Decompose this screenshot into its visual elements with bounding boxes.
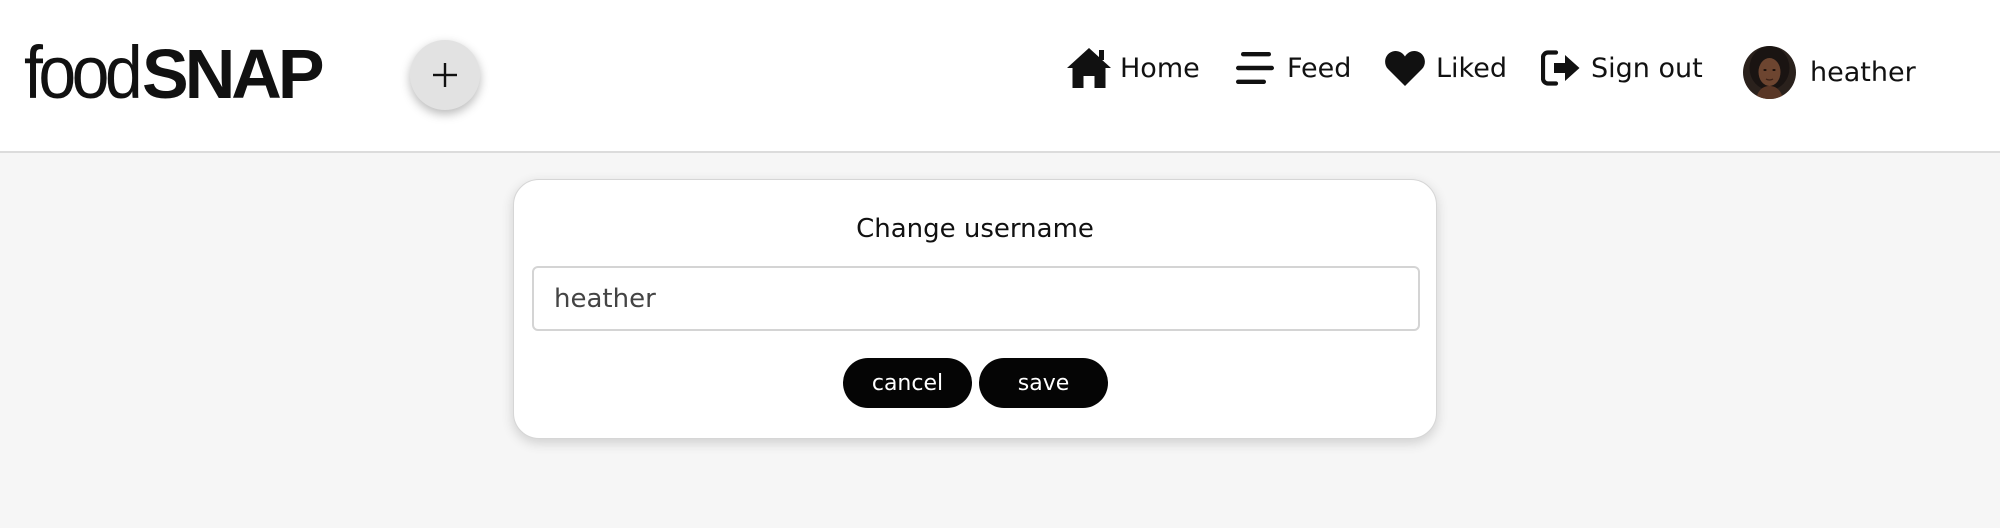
profile-menu[interactable]: heather <box>1743 45 1916 99</box>
avatar[interactable] <box>1743 45 1796 99</box>
avatar-photo <box>1743 45 1796 99</box>
nav-feed-label: Feed <box>1287 52 1352 84</box>
menu-lines-icon <box>1236 52 1274 84</box>
plus-icon <box>433 63 457 87</box>
add-post-button[interactable] <box>410 40 480 110</box>
nav-home[interactable]: Home <box>1066 45 1200 91</box>
nav-liked-label: Liked <box>1436 52 1507 84</box>
profile-username: heather <box>1810 56 1916 88</box>
heart-icon <box>1385 51 1425 86</box>
logo-text-light: food <box>24 31 143 114</box>
nav-home-label: Home <box>1120 52 1200 84</box>
nav-sign-out[interactable]: Sign out <box>1541 45 1703 91</box>
username-input[interactable] <box>532 266 1420 331</box>
nav-sign-out-label: Sign out <box>1591 52 1703 84</box>
change-username-dialog: Change username cancel save <box>513 179 1437 439</box>
nav-feed[interactable]: Feed <box>1235 45 1351 91</box>
sign-out-icon <box>1541 50 1580 86</box>
save-button[interactable]: save <box>979 358 1108 408</box>
home-icon <box>1067 48 1111 88</box>
foodsnap-logo[interactable]: food SNAP <box>24 35 325 113</box>
logo-text-bold: SNAP <box>142 35 324 113</box>
top-navbar: food SNAP Home Feed Liked Sign out heath… <box>0 0 2000 153</box>
dialog-title: Change username <box>856 214 1094 244</box>
nav-liked[interactable]: Liked <box>1384 45 1507 91</box>
cancel-button[interactable]: cancel <box>843 358 972 408</box>
